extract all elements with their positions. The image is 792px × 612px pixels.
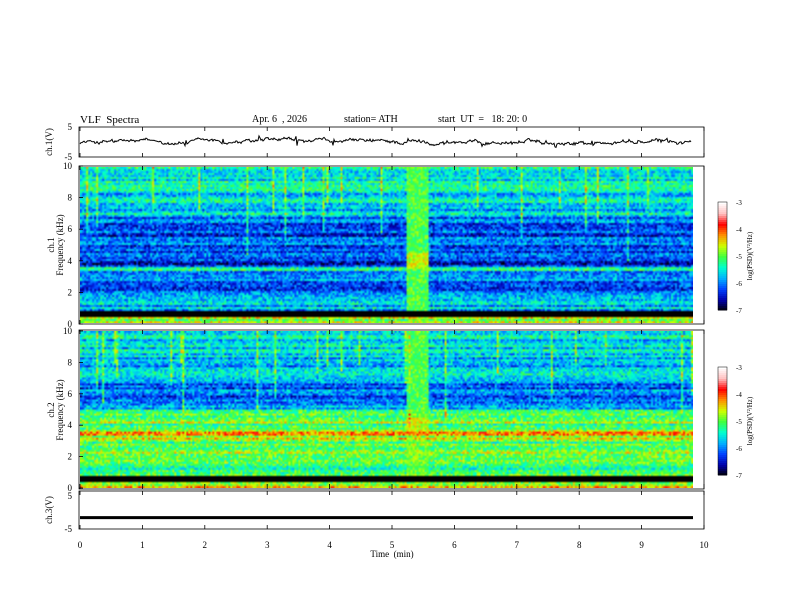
ch1-ytick-10: 10 xyxy=(63,161,73,171)
ch3-voltage-ylabel: ch.3(V) xyxy=(44,496,54,524)
x-tick-label-0: 0 xyxy=(78,540,83,550)
colorbar-tick--6: -6 xyxy=(736,445,742,453)
vlf-figure: 5 -5 ch.1(V) 1086420 ch.1 Frequency (kHz… xyxy=(44,122,754,559)
ch2-ytick-6: 6 xyxy=(68,389,73,399)
x-axis-label: Time (min) xyxy=(370,549,413,559)
ch3-voltage-frame xyxy=(78,490,705,530)
x-tick-label-8: 8 xyxy=(577,540,582,550)
ch1-ytick-top: 5 xyxy=(68,122,73,132)
colorbar-tick--7: -7 xyxy=(736,307,742,315)
x-tick-label-1: 1 xyxy=(140,540,145,550)
ch1-ytick-4: 4 xyxy=(68,256,73,266)
ch1-voltage-ylabel: ch.1(V) xyxy=(44,128,54,156)
ch2-ytick-10: 10 xyxy=(63,326,73,336)
ch1-ytick-2: 2 xyxy=(68,287,73,297)
colorbar-tick--3: -3 xyxy=(736,199,742,207)
x-tick-label-7: 7 xyxy=(515,540,520,550)
colorbar-tick--3: -3 xyxy=(736,364,742,372)
ch3-ytick-bottom: -5 xyxy=(65,524,73,534)
x-tick-label-9: 9 xyxy=(639,540,644,550)
x-tick-label-6: 6 xyxy=(452,540,457,550)
ch1-colorbar: -3 -4 -5 -6 -7 log(PSD)(V²/Hz) xyxy=(717,199,754,315)
colorbar-tick--6: -6 xyxy=(736,280,742,288)
x-tick-label-3: 3 xyxy=(265,540,270,550)
ch2-spectrogram xyxy=(78,329,705,490)
ch1-spectrogram-image xyxy=(80,167,693,323)
ch2-ytick-2: 2 xyxy=(68,452,73,462)
colorbar-tick--4: -4 xyxy=(736,226,742,234)
x-tick-label-2: 2 xyxy=(203,540,208,550)
x-tick-label-4: 4 xyxy=(327,540,332,550)
ch1-frequency-ylabel: Frequency (kHz) xyxy=(55,214,65,275)
colorbar-label: log(PSD)(V²/Hz) xyxy=(746,396,754,445)
colorbar-tick--5: -5 xyxy=(736,253,742,261)
ch1-voltage-trace xyxy=(79,134,692,149)
ch2-ytick-8: 8 xyxy=(68,357,73,367)
colorbar-tick--5: -5 xyxy=(736,418,742,426)
ch1-ytick-6: 6 xyxy=(68,224,73,234)
ch2-frequency-ylabel: Frequency (kHz) xyxy=(55,379,65,440)
colorbar-label: log(PSD)(V²/Hz) xyxy=(746,231,754,280)
ch1-spectrogram xyxy=(78,165,705,325)
colorbar-tick--7: -7 xyxy=(736,472,742,480)
ch2-spectrogram-image xyxy=(80,331,693,488)
x-tick-label-10: 10 xyxy=(700,540,710,550)
ch3-ytick-top: 5 xyxy=(68,491,73,501)
colorbar-tick--4: -4 xyxy=(736,391,742,399)
ch1-ytick-8: 8 xyxy=(68,193,73,203)
ch2-ytick-4: 4 xyxy=(68,420,73,430)
ch2-colorbar: -3 -4 -5 -6 -7 log(PSD)(V²/Hz) xyxy=(717,364,754,480)
